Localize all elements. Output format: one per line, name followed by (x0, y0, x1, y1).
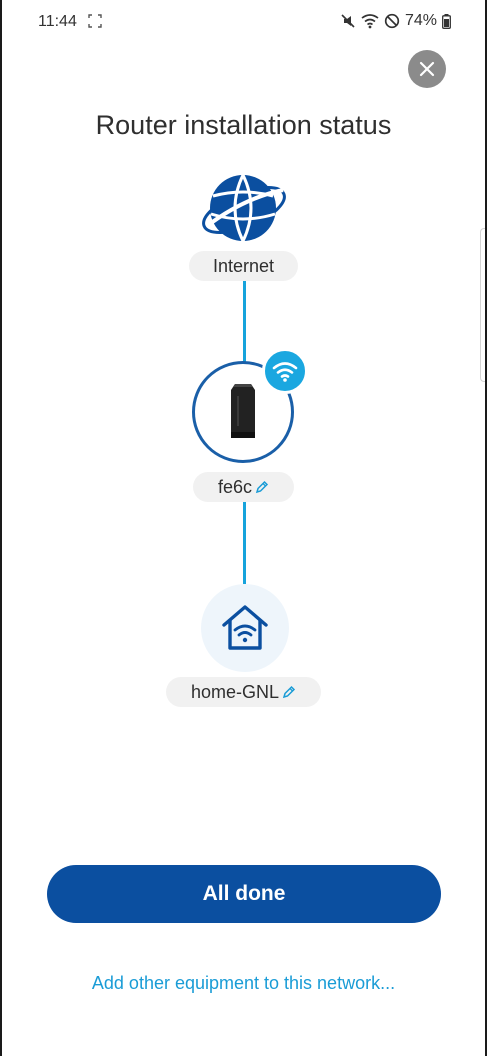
close-button[interactable] (408, 50, 446, 88)
home-wifi-icon (222, 605, 268, 650)
do-not-disturb-icon (384, 13, 400, 29)
wifi-icon (361, 14, 379, 29)
battery-percentage: 74% (404, 12, 437, 29)
pencil-icon[interactable] (282, 685, 296, 699)
internet-label: Internet (189, 251, 298, 281)
globe-icon (202, 174, 286, 242)
connector-internet-router (243, 280, 246, 362)
screen-capture-icon (88, 14, 102, 28)
battery-icon (442, 13, 451, 29)
pencil-icon[interactable] (255, 480, 269, 494)
all-done-button[interactable]: All done (47, 865, 441, 923)
status-bar: 11:44 74% (0, 0, 487, 46)
mute-icon (341, 14, 355, 28)
close-icon (419, 61, 435, 77)
router-name-text: fe6c (217, 476, 253, 497)
connector-router-network (243, 502, 246, 584)
screen-edge-left (0, 0, 2, 1056)
router-name-label[interactable]: fe6c (193, 472, 294, 502)
network-name-label[interactable]: home-GNL (166, 677, 321, 707)
scroll-indicator (480, 228, 485, 382)
page-title: Router installation status (95, 110, 392, 140)
router-icon (231, 384, 255, 438)
internet-label-text: Internet (212, 255, 275, 276)
add-equipment-link[interactable]: Add other equipment to this network... (0, 973, 487, 994)
network-node[interactable] (201, 584, 289, 672)
wifi-icon (272, 362, 298, 382)
status-time: 11:44 (38, 13, 77, 30)
router-wifi-badge (262, 348, 308, 394)
network-name-text: home-GNL (190, 681, 280, 702)
